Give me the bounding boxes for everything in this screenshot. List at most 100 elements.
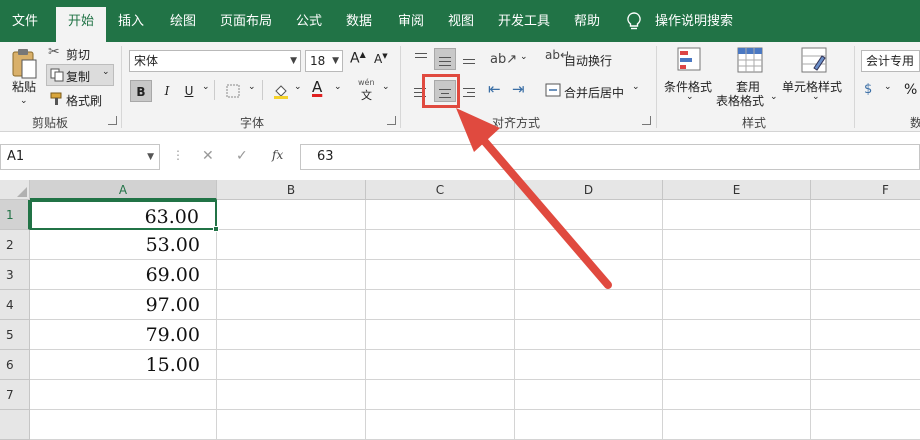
cell-c7[interactable]: [366, 380, 515, 410]
tab-developer[interactable]: 开发工具: [490, 9, 558, 35]
column-header-d[interactable]: D: [515, 180, 663, 200]
top-align-button[interactable]: [410, 48, 432, 70]
cell-c8[interactable]: [366, 410, 515, 440]
shrink-font-icon[interactable]: A▼: [374, 52, 388, 66]
underline-button[interactable]: U: [178, 80, 200, 102]
cell-f6[interactable]: [811, 350, 920, 380]
increase-indent-icon[interactable]: ⇥: [512, 80, 525, 98]
tab-page-layout[interactable]: 页面布局: [212, 9, 280, 35]
grow-font-icon[interactable]: A▲: [350, 50, 366, 67]
cell-a8[interactable]: [30, 410, 217, 440]
formula-input[interactable]: 63: [300, 144, 920, 170]
cell-a3[interactable]: 69.00: [30, 260, 217, 290]
cell-a6[interactable]: 15.00: [30, 350, 217, 380]
fill-color-icon[interactable]: [272, 82, 290, 100]
row-header-3[interactable]: 3: [0, 260, 30, 290]
cell-e1[interactable]: [663, 200, 811, 230]
row-header-2[interactable]: 2: [0, 230, 30, 260]
cell-f8[interactable]: [811, 410, 920, 440]
cell-d7[interactable]: [515, 380, 663, 410]
paste-dropdown-icon[interactable]: ⌄: [20, 96, 28, 106]
fill-handle[interactable]: [213, 226, 219, 232]
tell-me-search[interactable]: 操作说明搜索: [647, 9, 741, 35]
font-launcher-icon[interactable]: [387, 116, 396, 125]
tab-draw[interactable]: 绘图: [162, 9, 204, 35]
cell-styles-dropdown-icon[interactable]: ⌄: [812, 92, 820, 102]
decrease-indent-icon[interactable]: ⇤: [488, 80, 501, 98]
percent-style-button[interactable]: %: [904, 82, 917, 98]
cancel-icon[interactable]: ✕: [202, 148, 214, 164]
cell-b3[interactable]: [217, 260, 366, 290]
cell-d1[interactable]: [515, 200, 663, 230]
cell-e5[interactable]: [663, 320, 811, 350]
column-header-f[interactable]: F: [811, 180, 920, 200]
cell-a5[interactable]: 79.00: [30, 320, 217, 350]
chevron-down-icon[interactable]: ▼: [147, 145, 154, 169]
tab-view[interactable]: 视图: [440, 9, 482, 35]
cell-a4[interactable]: 97.00: [30, 290, 217, 320]
cell-e7[interactable]: [663, 380, 811, 410]
accounting-dropdown-icon[interactable]: ⌄: [884, 82, 892, 92]
tab-insert[interactable]: 插入: [110, 9, 152, 35]
font-name-combo[interactable]: 宋体 ▼: [129, 50, 301, 72]
tab-file[interactable]: 文件: [4, 9, 46, 35]
copy-dropdown-icon[interactable]: ⌄: [102, 67, 110, 77]
font-size-combo[interactable]: 18 ▼: [305, 50, 343, 72]
cell-b8[interactable]: [217, 410, 366, 440]
cell-e3[interactable]: [663, 260, 811, 290]
cell-c1[interactable]: [366, 200, 515, 230]
column-header-e[interactable]: E: [663, 180, 811, 200]
cell-c5[interactable]: [366, 320, 515, 350]
tab-formulas[interactable]: 公式: [288, 9, 330, 35]
align-right-button[interactable]: [458, 80, 480, 102]
name-box[interactable]: A1 ▼: [0, 144, 160, 170]
cell-e2[interactable]: [663, 230, 811, 260]
underline-dropdown-icon[interactable]: ⌄: [202, 82, 210, 92]
paste-button[interactable]: 粘贴: [12, 78, 36, 95]
accounting-format-icon[interactable]: $: [864, 82, 872, 97]
tab-data[interactable]: 数据: [338, 9, 380, 35]
phonetic-guide-icon[interactable]: 文: [361, 87, 372, 103]
cell-b5[interactable]: [217, 320, 366, 350]
enter-icon[interactable]: ✓: [236, 148, 248, 164]
cut-button[interactable]: 剪切: [66, 46, 90, 63]
cell-d8[interactable]: [515, 410, 663, 440]
cell-b2[interactable]: [217, 230, 366, 260]
cell-d6[interactable]: [515, 350, 663, 380]
cell-e8[interactable]: [663, 410, 811, 440]
cell-b1[interactable]: [217, 200, 366, 230]
cell-c4[interactable]: [366, 290, 515, 320]
phonetic-guide-top[interactable]: wén: [358, 78, 375, 87]
tab-help[interactable]: 帮助: [566, 9, 608, 35]
cell-f7[interactable]: [811, 380, 920, 410]
cell-a1[interactable]: 63.00: [30, 200, 217, 230]
column-header-a[interactable]: A: [30, 180, 217, 200]
borders-icon[interactable]: [226, 84, 240, 98]
cell-d2[interactable]: [515, 230, 663, 260]
paste-icon[interactable]: [10, 48, 38, 80]
format-table-dropdown-icon[interactable]: ⌄: [770, 92, 778, 102]
column-header-c[interactable]: C: [366, 180, 515, 200]
font-color-icon[interactable]: A: [312, 78, 322, 96]
cell-d3[interactable]: [515, 260, 663, 290]
cell-f3[interactable]: [811, 260, 920, 290]
font-color-dropdown-icon[interactable]: ⌄: [334, 82, 342, 92]
select-all-corner[interactable]: [0, 180, 30, 200]
row-header-7[interactable]: 7: [0, 380, 30, 410]
bottom-align-button[interactable]: [458, 48, 480, 70]
cell-e4[interactable]: [663, 290, 811, 320]
orientation-dropdown-icon[interactable]: ⌄: [520, 52, 528, 62]
number-format-combo[interactable]: 会计专用: [861, 50, 920, 72]
wrap-text-button[interactable]: 自动换行: [564, 52, 612, 69]
borders-dropdown-icon[interactable]: ⌄: [248, 82, 256, 92]
middle-align-button[interactable]: [434, 48, 456, 70]
cell-e6[interactable]: [663, 350, 811, 380]
row-header-8[interactable]: [0, 410, 30, 440]
more-options-icon[interactable]: ⋮: [172, 148, 184, 162]
row-header-1[interactable]: 1: [0, 200, 30, 230]
italic-button[interactable]: I: [156, 80, 178, 102]
cell-f1[interactable]: [811, 200, 920, 230]
tab-review[interactable]: 审阅: [390, 9, 432, 35]
cell-b4[interactable]: [217, 290, 366, 320]
clipboard-launcher-icon[interactable]: [108, 116, 117, 125]
